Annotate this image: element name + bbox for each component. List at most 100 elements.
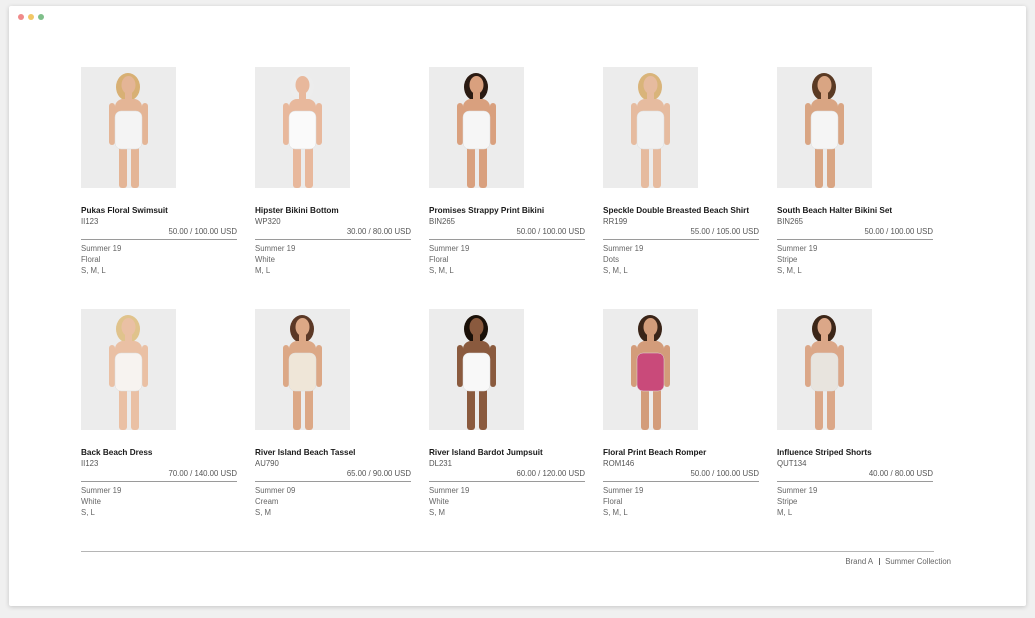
product-sizes: S, L bbox=[81, 508, 95, 517]
product-sku: BIN265 bbox=[429, 217, 456, 226]
product-photo[interactable] bbox=[255, 67, 350, 188]
product-sku: II123 bbox=[81, 217, 99, 226]
product-photo[interactable] bbox=[603, 67, 698, 188]
product-price: 50.00 / 100.00 USD bbox=[777, 227, 933, 240]
window-maximize-dot[interactable] bbox=[38, 14, 44, 20]
product-card-1[interactable]: Pukas Floral Swimsuit II123 50.00 / 100.… bbox=[81, 67, 255, 309]
product-name[interactable]: Speckle Double Breasted Beach Shirt bbox=[603, 206, 777, 216]
model-photo-icon bbox=[429, 309, 524, 430]
product-price: 50.00 / 100.00 USD bbox=[429, 227, 585, 240]
footer-separator bbox=[879, 558, 881, 565]
product-name[interactable]: Pukas Floral Swimsuit bbox=[81, 206, 255, 216]
product-sku: DL231 bbox=[429, 459, 452, 468]
model-photo-icon bbox=[255, 67, 350, 188]
product-sku: ROM146 bbox=[603, 459, 635, 468]
product-card-5[interactable]: South Beach Halter Bikini Set BIN265 50.… bbox=[777, 67, 951, 309]
model-photo-icon bbox=[429, 67, 524, 188]
product-row-2: Back Beach Dress II123 70.00 / 140.00 US… bbox=[81, 309, 941, 551]
product-details: Summer 19 Floral S, M, L bbox=[81, 243, 255, 276]
product-pattern: White bbox=[255, 255, 275, 264]
product-pattern: Floral bbox=[603, 497, 623, 506]
model-photo-icon bbox=[777, 67, 872, 188]
product-row-1: Pukas Floral Swimsuit II123 50.00 / 100.… bbox=[81, 67, 941, 309]
product-name[interactable]: Hipster Bikini Bottom bbox=[255, 206, 429, 216]
footer-divider bbox=[81, 551, 934, 552]
product-price: 60.00 / 120.00 USD bbox=[429, 469, 585, 482]
footer-collection: Summer Collection bbox=[885, 557, 951, 566]
window-controls bbox=[18, 14, 44, 20]
product-details: Summer 19 Stripe M, L bbox=[777, 485, 951, 518]
product-name[interactable]: Promises Strappy Print Bikini bbox=[429, 206, 603, 216]
product-sku: BIN265 bbox=[777, 217, 804, 226]
product-sku: RR199 bbox=[603, 217, 628, 226]
product-photo[interactable] bbox=[81, 67, 176, 188]
product-name[interactable]: South Beach Halter Bikini Set bbox=[777, 206, 951, 216]
product-sku: QUT134 bbox=[777, 459, 807, 468]
product-photo[interactable] bbox=[777, 67, 872, 188]
product-season: Summer 19 bbox=[81, 486, 122, 495]
product-photo[interactable] bbox=[81, 309, 176, 430]
product-photo[interactable] bbox=[255, 309, 350, 430]
product-price: 30.00 / 80.00 USD bbox=[255, 227, 411, 240]
product-season: Summer 19 bbox=[777, 244, 818, 253]
product-season: Summer 19 bbox=[603, 244, 644, 253]
window-close-dot[interactable] bbox=[18, 14, 24, 20]
product-card-8[interactable]: River Island Bardot Jumpsuit DL231 60.00… bbox=[429, 309, 603, 551]
product-sizes: S, M, L bbox=[429, 266, 454, 275]
product-name[interactable]: River Island Bardot Jumpsuit bbox=[429, 448, 603, 458]
product-details: Summer 09 Cream S, M bbox=[255, 485, 429, 518]
product-season: Summer 19 bbox=[81, 244, 122, 253]
product-pattern: Dots bbox=[603, 255, 620, 264]
product-details: Summer 19 Floral S, M, L bbox=[603, 485, 777, 518]
product-photo[interactable] bbox=[429, 309, 524, 430]
product-pattern: Stripe bbox=[777, 497, 798, 506]
product-sizes: S, M bbox=[429, 508, 446, 517]
model-photo-icon bbox=[81, 309, 176, 430]
product-sizes: S, M bbox=[255, 508, 272, 517]
product-name[interactable]: Influence Striped Shorts bbox=[777, 448, 951, 458]
product-season: Summer 19 bbox=[429, 486, 470, 495]
product-sizes: S, M, L bbox=[777, 266, 802, 275]
product-name[interactable]: Floral Print Beach Romper bbox=[603, 448, 777, 458]
product-pattern: White bbox=[81, 497, 101, 506]
product-sizes: M, L bbox=[777, 508, 793, 517]
product-details: Summer 19 Dots S, M, L bbox=[603, 243, 777, 276]
product-details: Summer 19 Floral S, M, L bbox=[429, 243, 603, 276]
product-name[interactable]: River Island Beach Tassel bbox=[255, 448, 429, 458]
product-photo[interactable] bbox=[603, 309, 698, 430]
product-season: Summer 19 bbox=[429, 244, 470, 253]
product-details: Summer 19 White M, L bbox=[255, 243, 429, 276]
product-card-6[interactable]: Back Beach Dress II123 70.00 / 140.00 US… bbox=[81, 309, 255, 551]
product-name[interactable]: Back Beach Dress bbox=[81, 448, 255, 458]
product-pattern: Floral bbox=[81, 255, 101, 264]
model-photo-icon bbox=[81, 67, 176, 188]
product-details: Summer 19 Stripe S, M, L bbox=[777, 243, 951, 276]
product-details: Summer 19 White S, M bbox=[429, 485, 603, 518]
product-sizes: S, M, L bbox=[81, 266, 106, 275]
product-sizes: S, M, L bbox=[603, 266, 628, 275]
window-minimize-dot[interactable] bbox=[28, 14, 34, 20]
model-photo-icon bbox=[777, 309, 872, 430]
product-details: Summer 19 White S, L bbox=[81, 485, 255, 518]
product-card-9[interactable]: Floral Print Beach Romper ROM146 50.00 /… bbox=[603, 309, 777, 551]
product-card-4[interactable]: Speckle Double Breasted Beach Shirt RR19… bbox=[603, 67, 777, 309]
product-sku: AU790 bbox=[255, 459, 279, 468]
product-season: Summer 19 bbox=[603, 486, 644, 495]
product-photo[interactable] bbox=[777, 309, 872, 430]
product-pattern: Floral bbox=[429, 255, 449, 264]
footer-brand: Brand A bbox=[845, 557, 874, 566]
product-grid: Pukas Floral Swimsuit II123 50.00 / 100.… bbox=[81, 67, 941, 551]
footer: Brand A Summer Collection bbox=[845, 557, 951, 566]
product-pattern: Stripe bbox=[777, 255, 798, 264]
product-sizes: S, M, L bbox=[603, 508, 628, 517]
model-photo-icon bbox=[603, 67, 698, 188]
product-card-2[interactable]: Hipster Bikini Bottom WP320 30.00 / 80.0… bbox=[255, 67, 429, 309]
product-card-3[interactable]: Promises Strappy Print Bikini BIN265 50.… bbox=[429, 67, 603, 309]
product-pattern: Cream bbox=[255, 497, 279, 506]
product-photo[interactable] bbox=[429, 67, 524, 188]
product-season: Summer 19 bbox=[777, 486, 818, 495]
product-price: 70.00 / 140.00 USD bbox=[81, 469, 237, 482]
product-card-10[interactable]: Influence Striped Shorts QUT134 40.00 / … bbox=[777, 309, 951, 551]
product-sku: II123 bbox=[81, 459, 99, 468]
product-card-7[interactable]: River Island Beach Tassel AU790 65.00 / … bbox=[255, 309, 429, 551]
